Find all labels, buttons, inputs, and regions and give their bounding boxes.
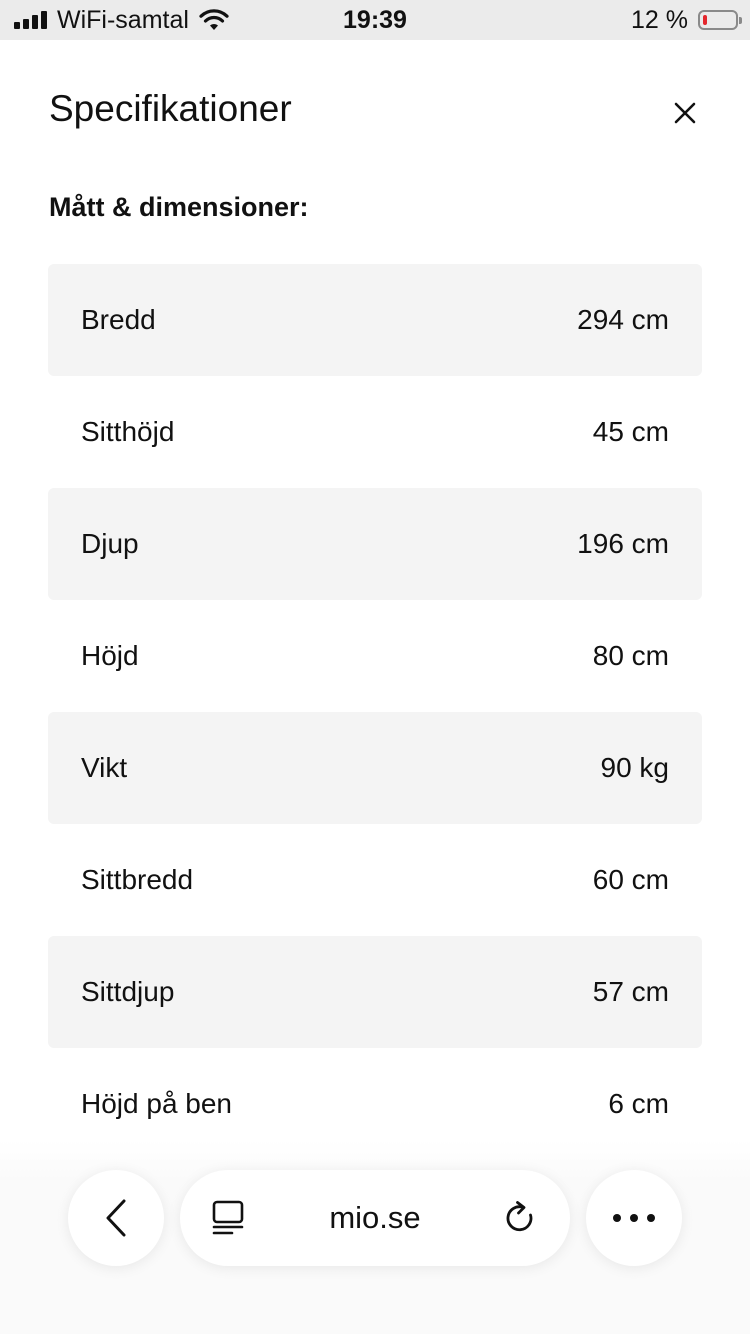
spec-value: 60 cm (592, 864, 669, 895)
spec-value: 294 cm (577, 304, 669, 335)
spec-label: Vikt (81, 752, 128, 783)
spec-label: Djup (81, 528, 139, 559)
spec-table: Bredd 294 cm Sitthöjd 45 cm Djup 196 cm … (48, 264, 702, 1160)
reload-button[interactable] (500, 1198, 540, 1238)
spec-value: 196 cm (577, 528, 669, 559)
spec-label: Bredd (81, 304, 156, 335)
spec-row: Sitthöjd 45 cm (48, 376, 702, 488)
spec-value: 90 kg (600, 752, 670, 783)
section-heading: Mått & dimensioner: (49, 192, 309, 222)
more-button[interactable] (586, 1170, 682, 1266)
spec-row: Höjd 80 cm (48, 600, 702, 712)
spec-row: Sittbredd 60 cm (48, 824, 702, 936)
status-bar: WiFi-samtal 19:39 12 % (0, 0, 750, 40)
spec-value: 57 cm (592, 976, 669, 1007)
spec-row: Sittdjup 57 cm (48, 936, 702, 1048)
battery-icon (698, 10, 742, 30)
spec-value: 45 cm (592, 416, 669, 447)
battery-percent: 12 % (631, 5, 688, 34)
spec-value: 80 cm (592, 640, 669, 671)
more-icon (613, 1214, 655, 1222)
battery-level-fill (703, 15, 707, 25)
reload-icon (506, 1201, 533, 1232)
status-bar-right: 12 % (631, 0, 742, 40)
page: WiFi-samtal 19:39 12 % Specifikationer M… (0, 0, 750, 1334)
spec-row: Vikt 90 kg (48, 712, 702, 824)
page-title: Specifikationer (49, 88, 292, 129)
close-button[interactable] (662, 90, 708, 136)
spec-label: Höjd (81, 640, 139, 671)
back-button[interactable] (68, 1170, 164, 1266)
spec-row: Djup 196 cm (48, 488, 702, 600)
back-icon (106, 1199, 126, 1237)
spec-row: Bredd 294 cm (48, 264, 702, 376)
spec-label: Höjd på ben (81, 1088, 233, 1119)
spec-value: 6 cm (608, 1088, 669, 1119)
close-icon (674, 102, 696, 124)
spec-label: Sitthöjd (81, 416, 175, 447)
spec-label: Sittbredd (81, 864, 194, 895)
spec-label: Sittdjup (81, 976, 175, 1007)
browser-toolbar: mio.se (0, 1170, 750, 1266)
address-bar[interactable]: mio.se (180, 1170, 570, 1266)
